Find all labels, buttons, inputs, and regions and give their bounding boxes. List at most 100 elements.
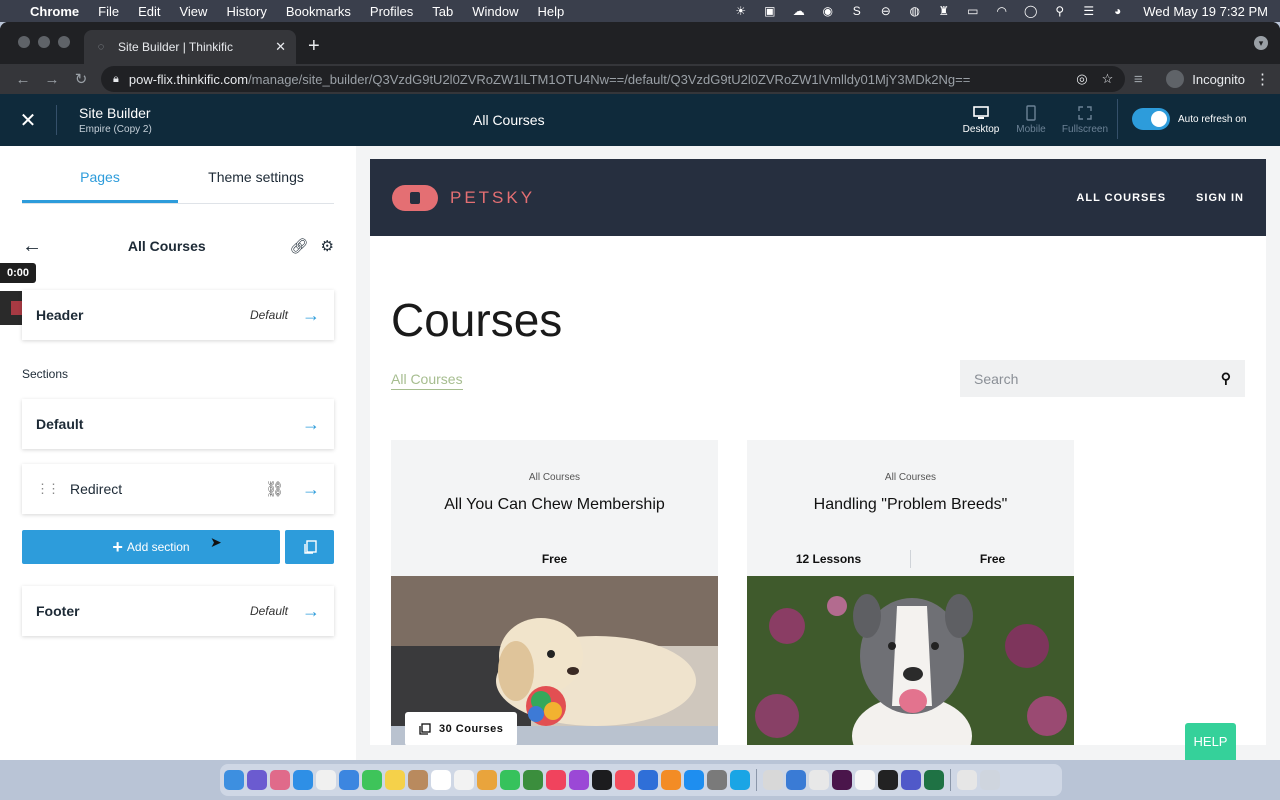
drag-handle-icon[interactable]: ⋮⋮: [36, 481, 60, 497]
back-icon[interactable]: ←: [10, 71, 36, 88]
textedit-icon[interactable]: [855, 770, 875, 790]
section-redirect-card[interactable]: ⋮⋮ Redirect ⛓︎ →: [22, 464, 334, 514]
menu-profiles[interactable]: Profiles: [370, 4, 413, 19]
user-icon[interactable]: ◯: [1023, 4, 1038, 18]
minimize-window-button[interactable]: [38, 36, 50, 48]
add-saved-section-button[interactable]: [285, 530, 334, 564]
menu-window[interactable]: Window: [472, 4, 518, 19]
lock-icon[interactable]: 🔒︎: [113, 73, 119, 86]
address-bar[interactable]: 🔒︎ pow-flix.thinkific.com /manage/site_b…: [101, 66, 1126, 92]
contacts-icon[interactable]: [408, 770, 428, 790]
slack-icon[interactable]: [832, 770, 852, 790]
category-filter[interactable]: All Courses: [391, 371, 463, 390]
app-icon[interactable]: [316, 770, 336, 790]
help-button[interactable]: HELP: [1185, 723, 1236, 760]
forward-icon[interactable]: →: [39, 71, 65, 88]
siri-dock-icon[interactable]: [247, 770, 267, 790]
gear-icon[interactable]: ⚙: [321, 237, 334, 255]
back-arrow-icon[interactable]: ←: [22, 235, 44, 258]
menu-help[interactable]: Help: [538, 4, 565, 19]
bookmark-star-icon[interactable]: ☆: [1102, 71, 1114, 87]
news-icon[interactable]: [615, 770, 635, 790]
reading-list-icon[interactable]: ≡: [1125, 71, 1151, 88]
course-card[interactable]: All Courses All You Can Chew Membership …: [391, 440, 718, 745]
safari-icon[interactable]: [293, 770, 313, 790]
app-store-icon[interactable]: [684, 770, 704, 790]
unlink-icon[interactable]: ⛓︎: [265, 480, 284, 498]
petsky-logo[interactable]: PETSKY: [392, 184, 535, 211]
photos-icon[interactable]: [477, 770, 497, 790]
arrow-right-icon[interactable]: →: [302, 305, 320, 326]
tv-icon[interactable]: [592, 770, 612, 790]
search-icon[interactable]: ⚲: [1221, 370, 1231, 387]
link-icon[interactable]: 🔗︎: [290, 237, 309, 255]
menu-view[interactable]: View: [179, 4, 207, 19]
close-icon[interactable]: ✕: [0, 108, 56, 133]
kebab-menu-icon[interactable]: ⋮: [1255, 70, 1270, 88]
finder-icon[interactable]: [224, 770, 244, 790]
binoculars-icon[interactable]: ♜: [936, 4, 951, 18]
chrome-icon[interactable]: [763, 770, 783, 790]
eye-off-icon[interactable]: ◎: [1076, 71, 1087, 87]
skype-icon[interactable]: [730, 770, 750, 790]
zoom-icon[interactable]: [786, 770, 806, 790]
notes-icon[interactable]: [385, 770, 405, 790]
incognito-profile[interactable]: Incognito: [1166, 70, 1245, 88]
tab-search-icon[interactable]: ▾: [1254, 36, 1268, 50]
header-card[interactable]: Header Default →: [22, 290, 334, 340]
zoom-window-button[interactable]: [58, 36, 70, 48]
teams-icon[interactable]: [901, 770, 921, 790]
desktop-view-button[interactable]: Desktop: [956, 102, 1006, 135]
nav-all-courses[interactable]: ALL COURSES: [1076, 192, 1166, 204]
downloads-icon[interactable]: [957, 770, 977, 790]
minus-circle-icon[interactable]: ⊖: [878, 4, 893, 18]
trash-icon[interactable]: [980, 770, 1000, 790]
course-card[interactable]: All Courses Handling "Problem Breeds" 12…: [747, 440, 1074, 745]
podcasts-icon[interactable]: [569, 770, 589, 790]
control-center-icon[interactable]: ☰: [1081, 4, 1096, 18]
clock[interactable]: Wed May 19 7:32 PM: [1143, 4, 1268, 19]
wifi-icon[interactable]: ◠: [994, 4, 1009, 18]
menu-history[interactable]: History: [226, 4, 266, 19]
arrow-right-icon[interactable]: →: [302, 414, 320, 435]
shield-status-icon[interactable]: ◍: [907, 4, 922, 18]
reminders-icon[interactable]: [454, 770, 474, 790]
section-default-card[interactable]: Default →: [22, 399, 334, 449]
menu-file[interactable]: File: [98, 4, 119, 19]
sync-icon[interactable]: ◉: [820, 4, 835, 18]
facetime-icon[interactable]: [500, 770, 520, 790]
menu-tab[interactable]: Tab: [432, 4, 453, 19]
skype-status-icon[interactable]: S: [849, 4, 864, 18]
battery-icon[interactable]: ▭: [965, 4, 980, 18]
calendar-icon[interactable]: [431, 770, 451, 790]
tab-pages[interactable]: Pages: [22, 160, 178, 203]
close-window-button[interactable]: [18, 36, 30, 48]
launchpad-icon[interactable]: [270, 770, 290, 790]
spotlight-icon[interactable]: ⚲: [1052, 4, 1067, 18]
nav-sign-in[interactable]: SIGN IN: [1196, 192, 1244, 204]
brightness-icon[interactable]: ☀: [733, 4, 748, 18]
add-section-button[interactable]: + Add section: [22, 530, 280, 564]
terminal-icon[interactable]: [878, 770, 898, 790]
mobile-view-button[interactable]: Mobile: [1006, 102, 1056, 135]
mail-icon[interactable]: [339, 770, 359, 790]
excel-icon[interactable]: [924, 770, 944, 790]
auto-refresh-toggle[interactable]: [1132, 108, 1170, 130]
tab-theme-settings[interactable]: Theme settings: [178, 160, 334, 203]
menu-app-name[interactable]: Chrome: [30, 4, 79, 19]
menu-edit[interactable]: Edit: [138, 4, 160, 19]
arrow-right-icon[interactable]: →: [302, 479, 320, 500]
books-icon[interactable]: [661, 770, 681, 790]
footer-card[interactable]: Footer Default →: [22, 586, 334, 636]
arrow-right-icon[interactable]: →: [302, 601, 320, 622]
cloud-icon[interactable]: ☁: [791, 4, 806, 18]
fullscreen-view-button[interactable]: Fullscreen: [1056, 102, 1114, 135]
browser-tab[interactable]: ◌ Site Builder | Thinkific ✕: [84, 30, 296, 64]
system-preferences-icon[interactable]: [707, 770, 727, 790]
google-chrome-icon[interactable]: [809, 770, 829, 790]
reload-icon[interactable]: ↻: [68, 70, 94, 88]
messages-icon[interactable]: [362, 770, 382, 790]
search-input[interactable]: Search ⚲: [960, 360, 1245, 397]
siri-icon[interactable]: ◕: [1110, 4, 1125, 18]
menu-bookmarks[interactable]: Bookmarks: [286, 4, 351, 19]
